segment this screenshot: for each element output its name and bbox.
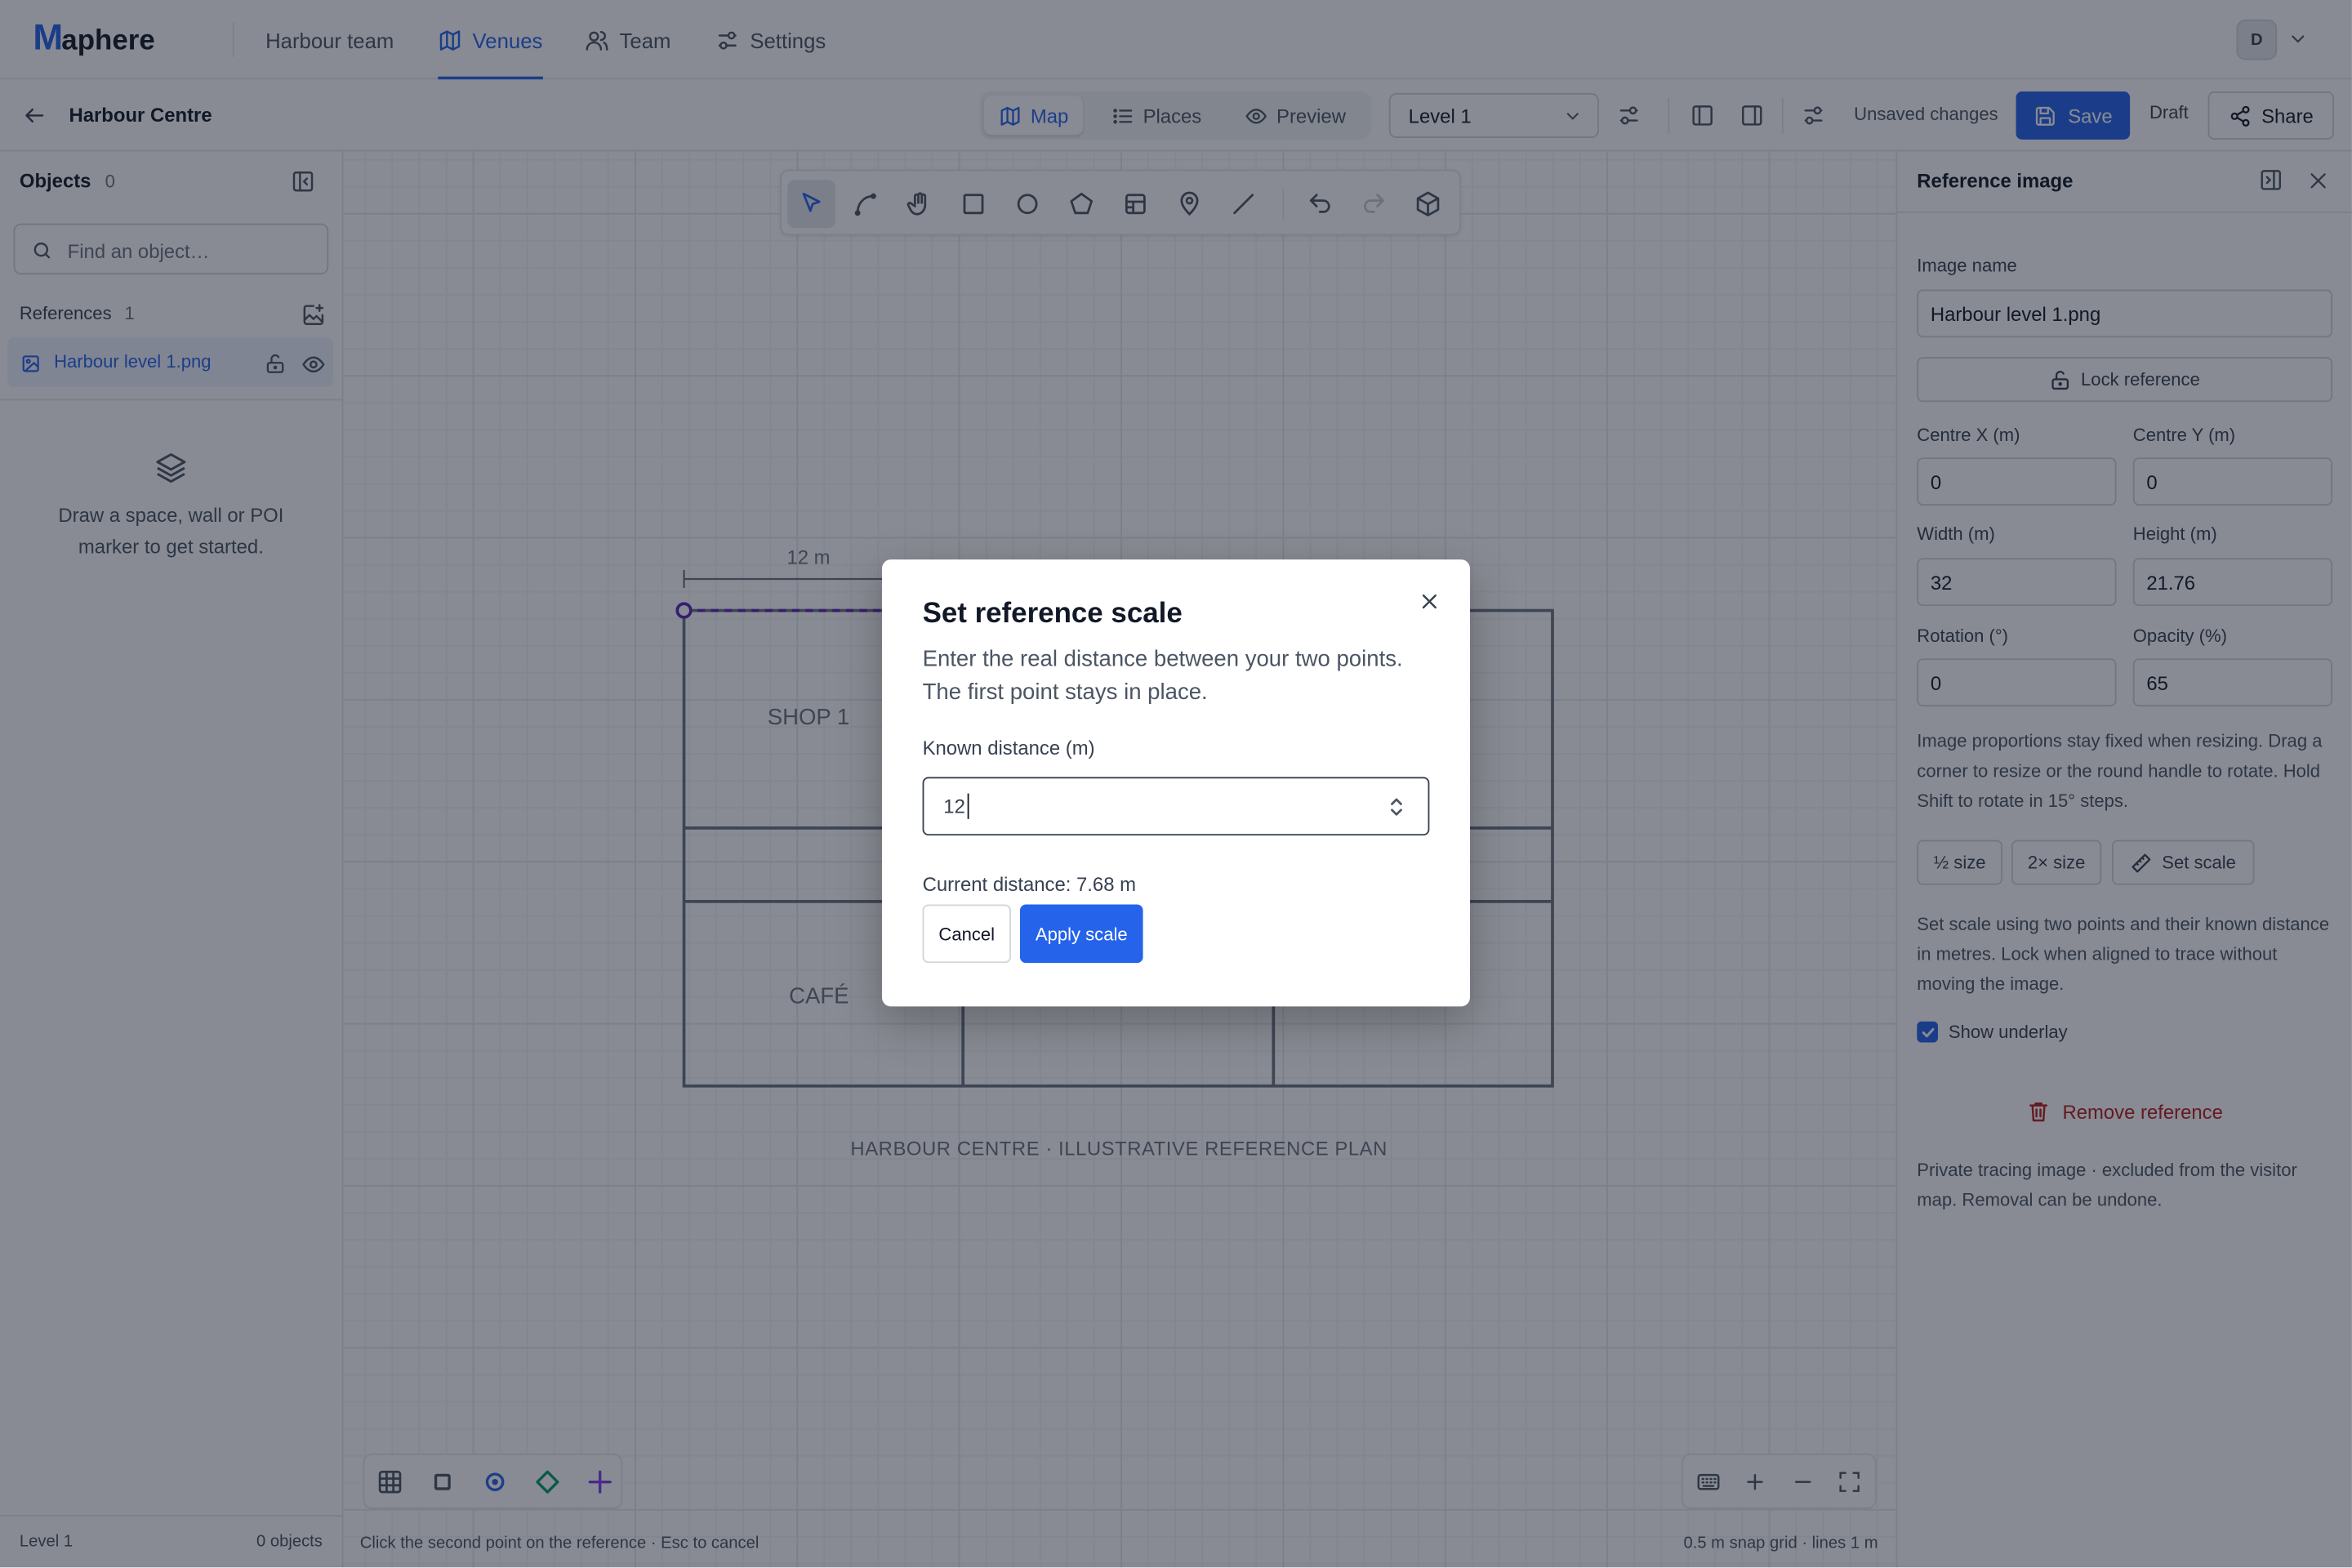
spinner-icon[interactable]: [1388, 795, 1405, 818]
text-caret: [967, 793, 969, 819]
apply-scale-label: Apply scale: [1035, 923, 1128, 945]
dialog-description: Enter the real distance between your two…: [922, 646, 1403, 706]
cancel-button[interactable]: Cancel: [922, 904, 1011, 964]
dialog-title: Set reference scale: [922, 598, 1183, 630]
known-distance-label: Known distance (m): [922, 736, 1095, 760]
apply-scale-button[interactable]: Apply scale: [1019, 904, 1143, 964]
known-distance-input[interactable]: 12: [922, 777, 1430, 836]
known-distance-value: 12: [943, 795, 965, 818]
close-icon[interactable]: [1418, 590, 1441, 613]
cancel-label: Cancel: [938, 923, 996, 945]
current-distance-text: Current distance: 7.68 m: [922, 872, 1137, 896]
set-scale-dialog: Set reference scale Enter the real dista…: [881, 559, 1470, 1007]
app-window: M aphere Harbour team Venues Team Settin…: [0, 0, 2352, 1568]
